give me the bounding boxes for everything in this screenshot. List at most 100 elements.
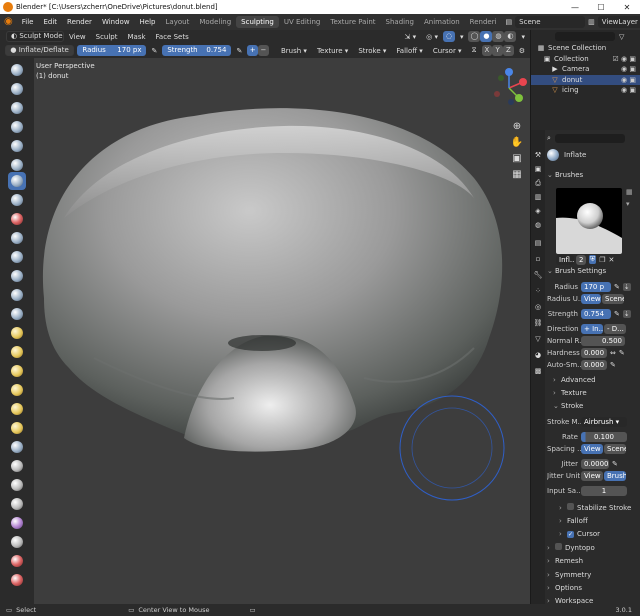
menu-help[interactable]: Help [135, 18, 161, 26]
cursor-checkbox[interactable]: ✓ [567, 531, 574, 538]
direction-subtract-button[interactable]: − [258, 45, 269, 56]
stabilize-checkbox[interactable] [567, 503, 574, 510]
menu-edit[interactable]: Edit [38, 18, 62, 26]
jitter-pressure-icon[interactable]: ✎ [612, 460, 618, 468]
tool-smooth[interactable] [8, 229, 26, 247]
visibility-icons[interactable]: ◉ ▣ [621, 76, 636, 84]
outliner-row-collection[interactable]: ▣ Collection ☑ ◉ ▣ [531, 54, 640, 65]
tool-fill[interactable] [8, 267, 26, 285]
menu-render[interactable]: Render [62, 18, 97, 26]
fake-user-icon[interactable]: ⛨ [589, 255, 597, 264]
advanced-section-header[interactable]: › Advanced [547, 375, 640, 386]
physics-tab-icon[interactable]: ◎ [533, 302, 543, 312]
brush-grid-toggle-icon[interactable]: ▦ [626, 188, 633, 196]
scene-selector[interactable]: ▤ Scene ▥ ViewLayer [506, 16, 640, 28]
tool-blob[interactable] [8, 191, 26, 209]
radius-slider[interactable]: Radius 170 px [77, 45, 147, 56]
particles-tab-icon[interactable]: ⁘ [533, 286, 543, 296]
strength-pressure-icon[interactable]: ✎ [231, 47, 247, 55]
view-layer-name[interactable]: ViewLayer [597, 16, 640, 28]
radius-pressure-toggle-icon[interactable]: ⇣ [622, 283, 631, 291]
view-layer-tab-icon[interactable]: ▥ [533, 192, 543, 202]
brush-preview-image[interactable] [556, 188, 622, 254]
overlays-icon[interactable]: ◌ [442, 31, 455, 42]
minimize-button[interactable]: — [562, 3, 588, 12]
radius-field[interactable]: 170 p [581, 282, 611, 292]
tool-mask[interactable] [8, 476, 26, 494]
navigation-gizmo[interactable] [489, 68, 529, 108]
tool-pose[interactable] [8, 419, 26, 437]
rate-slider[interactable]: 0.100 [581, 432, 627, 442]
brush-list-arrow-icon[interactable]: ▾ [626, 200, 630, 208]
collection-tab-icon[interactable]: ▤ [533, 238, 543, 248]
tool-thumb[interactable] [8, 400, 26, 418]
shading-rendered-icon[interactable]: ◐ [504, 31, 517, 42]
menu-mask[interactable]: Mask [123, 33, 151, 41]
jitter-field[interactable]: 0.0000 [581, 459, 609, 469]
symmetry-x-button[interactable]: X [481, 45, 493, 56]
xray-icon[interactable]: ▾ [455, 33, 469, 41]
duplicate-brush-icon[interactable]: ❐ [599, 256, 605, 264]
visibility-icons[interactable]: ☑ ◉ ▣ [613, 55, 636, 63]
outliner-row-camera[interactable]: ▶ Camera ◉ ▣ [531, 64, 640, 75]
zoom-icon[interactable]: ⊕ [510, 120, 524, 134]
close-button[interactable]: ✕ [614, 3, 640, 12]
tool-multires-displacement[interactable] [8, 305, 26, 323]
tool-draw-sharp[interactable] [8, 80, 26, 98]
tool-draw-face-sets[interactable] [8, 514, 26, 532]
ortho-grid-icon[interactable]: ▦ [510, 168, 524, 182]
menu-sculpt[interactable]: Sculpt [91, 33, 123, 41]
stroke-method-dropdown[interactable]: Airbrush ▾ [581, 417, 627, 427]
auto-smooth-field[interactable]: 0.000 [581, 360, 607, 370]
remesh-section-header[interactable]: › Remesh [547, 556, 640, 567]
brushes-section-header[interactable]: ⌄ Brushes [547, 170, 640, 181]
world-tab-icon[interactable]: ◍ [533, 220, 543, 230]
brush-name-field[interactable]: ● Inflate/Deflate [5, 45, 74, 56]
outliner-row-scene-collection[interactable]: ▦ Scene Collection [531, 43, 640, 54]
stroke-section-header[interactable]: ⌄ Stroke [547, 401, 640, 412]
outliner-row-donut[interactable]: ▽ donut ◉ ▣ [531, 74, 640, 85]
tool-clay-thumb[interactable] [8, 137, 26, 155]
scene-tab-icon[interactable]: ◈ [533, 206, 543, 216]
brush-users-count[interactable]: 2 [576, 254, 586, 265]
unlink-brush-icon[interactable]: ✕ [609, 256, 615, 264]
tool-grab[interactable] [8, 343, 26, 361]
tool-line-project[interactable] [8, 552, 26, 570]
cursor-dropdown[interactable]: Cursor ▾ [428, 47, 467, 55]
shading-material-icon[interactable]: ◍ [492, 31, 505, 42]
strength-pressure-toggle-icon[interactable]: ⇣ [622, 310, 631, 318]
hardness-pressure-icon[interactable]: ✎ [619, 349, 625, 357]
falloff-section-header[interactable]: › Falloff [547, 516, 640, 527]
menu-view[interactable]: View [64, 33, 91, 41]
maximize-button[interactable]: ☐ [588, 3, 614, 12]
tab-rendering[interactable]: Renderi [465, 16, 502, 28]
texture-tab-icon[interactable]: ▩ [533, 366, 543, 376]
tool-flatten[interactable] [8, 248, 26, 266]
tool-snake-hook[interactable] [8, 381, 26, 399]
spacing-view-option[interactable]: View [581, 444, 603, 454]
texture-section-header[interactable]: › Texture [547, 388, 640, 399]
menu-window[interactable]: Window [97, 18, 135, 26]
tab-texture-paint[interactable]: Texture Paint [325, 16, 380, 28]
dyntopo-checkbox[interactable] [555, 543, 562, 550]
symmetry-z-button[interactable]: Z [503, 45, 514, 56]
options-icon[interactable]: ⚙ [514, 47, 530, 55]
tool-inflate[interactable] [8, 172, 26, 190]
tab-uv-editing[interactable]: UV Editing [279, 16, 326, 28]
symmetry-icon[interactable]: ⧖ [467, 46, 482, 55]
transform-orientation-icon[interactable]: ⇲ ▾ [400, 33, 422, 41]
menu-face-sets[interactable]: Face Sets [151, 33, 194, 41]
options-section-header[interactable]: › Options [547, 583, 640, 594]
pan-hand-icon[interactable]: ✋ [510, 136, 524, 150]
tool-simplify[interactable] [8, 457, 26, 475]
brush-settings-header[interactable]: ⌄ Brush Settings [547, 266, 640, 277]
brush-dropdown[interactable]: Brush ▾ [276, 47, 312, 55]
tab-animation[interactable]: Animation [419, 16, 465, 28]
radius-unit-scene-option[interactable]: Scene [602, 294, 624, 304]
render-tab-icon[interactable]: ▣ [533, 164, 543, 174]
falloff-dropdown[interactable]: Falloff ▾ [391, 47, 427, 55]
radius-pressure-icon[interactable]: ✎ [614, 283, 620, 291]
texture-dropdown[interactable]: Texture ▾ [312, 47, 353, 55]
filter-icon[interactable]: ▽ [619, 33, 624, 41]
hardness-field[interactable]: 0.000 [581, 348, 607, 358]
